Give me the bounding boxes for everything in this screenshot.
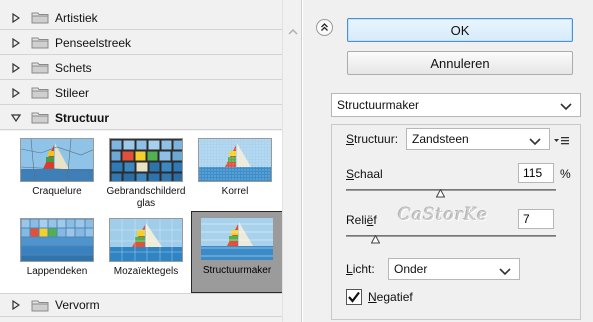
folder-icon [31, 299, 49, 312]
category-label: Stileer [55, 85, 90, 100]
relief-slider-thumb-icon[interactable] [370, 233, 381, 244]
thumb-caption: Gebrandschilderd glas [106, 186, 186, 209]
filter-select[interactable]: Structuurmaker [331, 93, 581, 117]
filter-settings-panel: OK Annuleren Structuurmaker Structuur: Z… [303, 0, 593, 322]
light-select[interactable]: Onder [388, 258, 520, 280]
checkmark-icon [347, 290, 361, 307]
folder-icon [31, 86, 49, 99]
scale-unit: % [560, 167, 571, 181]
texture-label: Structuur: [346, 132, 399, 146]
category-structuur[interactable]: Structuur [0, 106, 282, 130]
thumb-patchwork[interactable]: Lappendeken [13, 213, 101, 293]
category-label: Penseelstreek [55, 35, 132, 50]
expand-triangle-icon [11, 37, 21, 48]
collapse-triangle-icon [11, 113, 21, 123]
ok-button[interactable]: OK [347, 18, 573, 42]
filter-gallery-panel: Artistiek Penseelstreek Schets Stileer Struc… [0, 0, 302, 322]
invert-checkbox[interactable] [346, 289, 362, 305]
category-label: Schets [55, 60, 92, 75]
grain-preview [198, 138, 272, 182]
folder-icon [31, 61, 49, 74]
category-stileer[interactable]: Stileer [0, 81, 282, 105]
thumb-texturizer[interactable]: Structuurmaker [191, 211, 283, 293]
texture-select[interactable]: Zandsteen [406, 128, 550, 150]
light-select-value: Onder [394, 262, 428, 276]
thumb-craquelure[interactable]: Craquelure [13, 133, 101, 213]
texturizer-preview [200, 217, 274, 261]
thumb-caption: Korrel [221, 186, 249, 197]
category-vervorm[interactable]: Vervorm [0, 293, 282, 317]
patchwork-preview [20, 218, 94, 262]
folder-icon [31, 36, 49, 49]
category-label: Structuur [55, 110, 109, 125]
thumb-stained-glass[interactable]: Gebrandschilderd glas [102, 133, 190, 213]
invert-label: Negatief [368, 290, 413, 304]
relief-label: Reliëf [346, 213, 377, 227]
stained-glass-preview [109, 138, 183, 182]
collapse-gallery-button[interactable] [316, 19, 333, 36]
craquelure-preview [20, 138, 94, 182]
thumb-grain[interactable]: Korrel [191, 133, 279, 213]
texture-select-value: Zandsteen [412, 132, 469, 146]
texture-menu-icon[interactable] [554, 135, 570, 145]
scale-slider-thumb-icon[interactable] [435, 187, 446, 198]
double-chevron-up-icon [320, 21, 329, 35]
castorke-watermark: CaStorKe [398, 205, 489, 225]
light-label: Licht: [346, 262, 375, 276]
cancel-button[interactable]: Annuleren [347, 51, 573, 75]
expand-triangle-icon [11, 62, 21, 73]
texturizer-options: Structuur: Zandsteen Schaal 115 % Reliëf… [331, 124, 581, 320]
thumb-caption: Structuurmaker [202, 265, 272, 276]
scroll-up-icon[interactable] [287, 26, 299, 36]
expand-triangle-icon [11, 300, 21, 310]
filter-select-value: Structuurmaker [337, 98, 420, 112]
thumb-caption: Mozaïektegels [113, 266, 179, 277]
chevron-down-icon [529, 135, 541, 146]
chevron-down-icon [499, 265, 511, 276]
thumb-mosaic-tiles[interactable]: Mozaïektegels [102, 213, 190, 293]
relief-input[interactable]: 7 [518, 209, 554, 229]
chevron-down-icon [560, 100, 572, 111]
category-label: Vervorm [55, 298, 100, 312]
folder-icon [31, 111, 49, 124]
category-artistiek[interactable]: Artistiek [0, 6, 282, 30]
category-penseelstreek[interactable]: Penseelstreek [0, 31, 282, 55]
expand-triangle-icon [11, 87, 21, 98]
scale-label: Schaal [346, 167, 383, 181]
category-label: Artistiek [55, 10, 98, 25]
scale-slider[interactable] [346, 189, 556, 191]
mosaic-tiles-preview [109, 218, 183, 262]
filter-gallery-window: Artistiek Penseelstreek Schets Stileer Struc… [0, 0, 593, 322]
structure-thumbnails: Craquelure Gebrandschilderd glas Korrel … [0, 131, 283, 293]
thumb-caption: Craquelure [32, 186, 82, 197]
scale-input[interactable]: 115 [518, 163, 554, 183]
expand-triangle-icon [11, 12, 21, 23]
folder-icon [31, 11, 49, 24]
thumb-caption: Lappendeken [26, 266, 88, 277]
gallery-scrollbar[interactable] [282, 0, 301, 322]
category-schets[interactable]: Schets [0, 56, 282, 80]
